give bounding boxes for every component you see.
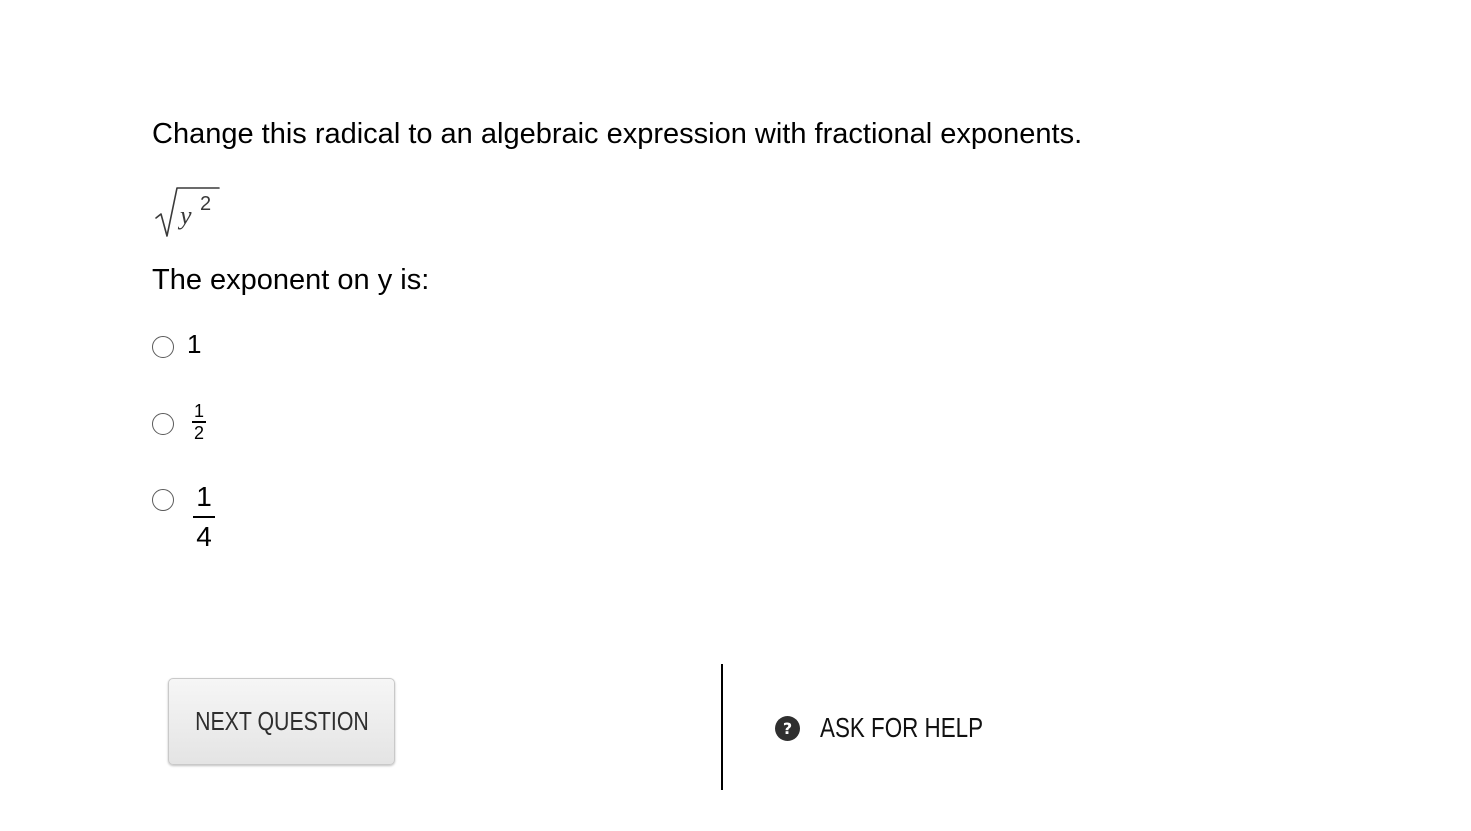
radio-button[interactable]	[152, 489, 174, 511]
fraction-bar	[193, 516, 215, 518]
radical-power: 2	[200, 193, 211, 215]
fraction-numerator: 1	[193, 401, 204, 421]
question-prompt: Change this radical to an algebraic expr…	[152, 118, 1083, 150]
fraction-denominator: 2	[193, 422, 204, 443]
next-question-button[interactable]: NEXT QUESTION	[168, 678, 395, 765]
option-fraction: 1 2	[189, 402, 209, 442]
question-circle-icon: ?	[775, 715, 800, 741]
fraction-denominator: 4	[196, 521, 212, 552]
ask-for-help-label: ASK FOR HELP	[820, 712, 984, 743]
fraction-numerator: 1	[196, 481, 212, 512]
option-fraction: 1 4	[191, 480, 217, 554]
radical-base: y	[177, 201, 192, 230]
option-label: 1	[187, 329, 202, 359]
ask-for-help-link[interactable]: ? ASK FOR HELP	[775, 708, 1024, 748]
radio-button[interactable]	[152, 336, 174, 358]
radio-button[interactable]	[152, 413, 174, 435]
sub-prompt: The exponent on y is:	[152, 264, 430, 296]
radical-sign-svg: y 2	[155, 187, 220, 237]
next-question-label: NEXT QUESTION	[194, 706, 369, 736]
radical-expression: y 2	[152, 180, 224, 242]
footer-divider	[721, 664, 723, 790]
